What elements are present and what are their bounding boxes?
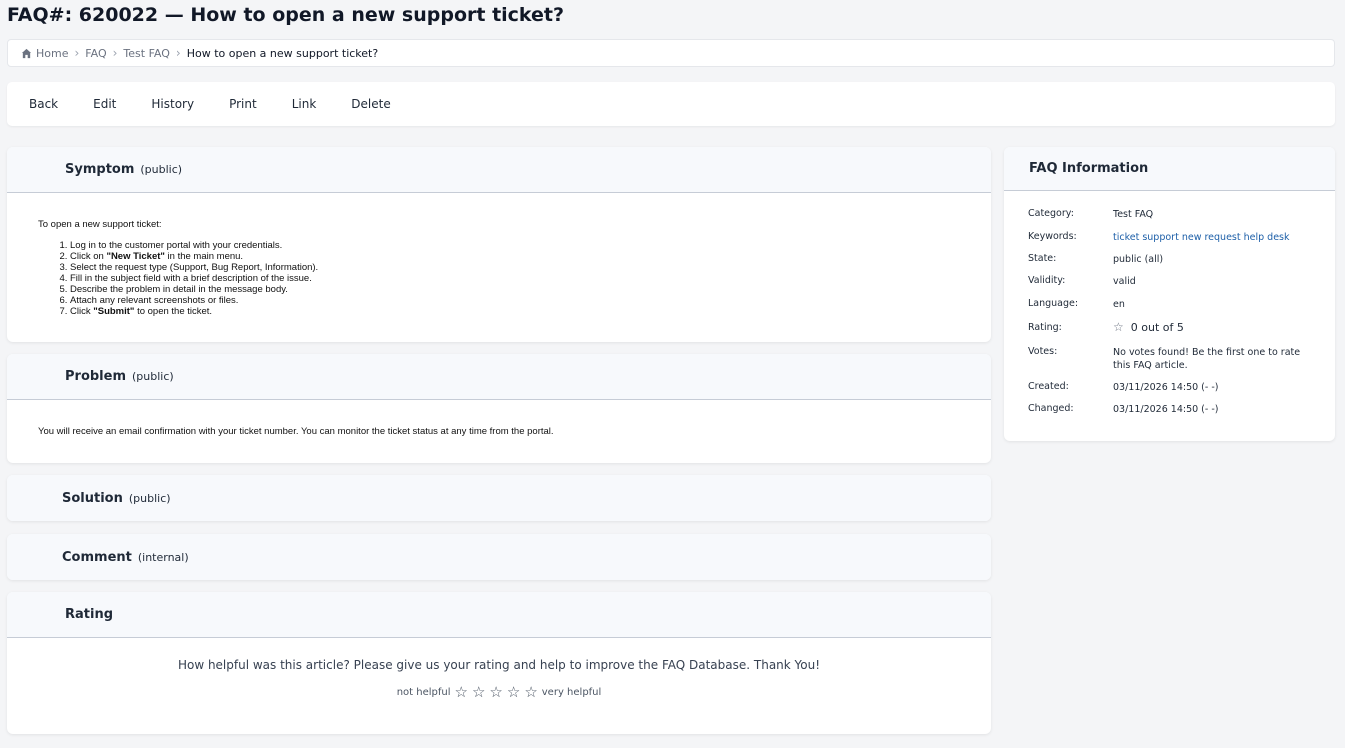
solution-card: Solution (public) xyxy=(7,475,991,521)
page-title: FAQ#: 620022 — How to open a new support… xyxy=(7,4,565,26)
symptom-steps: Log in to the customer portal with your … xyxy=(70,240,960,317)
rating-title: Rating xyxy=(65,607,114,622)
breadcrumb-current: How to open a new support ticket? xyxy=(186,46,379,60)
back-button[interactable]: Back xyxy=(29,97,58,111)
breadcrumb-home[interactable]: Home xyxy=(21,47,68,60)
rating-scale: not helpful ☆ ☆ ☆ ☆ ☆ very helpful xyxy=(7,685,991,700)
star-icon: ☆ xyxy=(1113,320,1124,334)
info-category-value: Test FAQ xyxy=(1113,209,1154,220)
delete-button[interactable]: Delete xyxy=(351,97,390,111)
info-created-value: 03/11/2026 14:50 (- -) xyxy=(1113,382,1219,393)
info-row-state: State: public (all) xyxy=(1028,253,1318,266)
info-row-votes: Votes: No votes found! Be the first one … xyxy=(1028,346,1318,372)
rating-question: How helpful was this article? Please giv… xyxy=(177,658,821,672)
breadcrumb: Home › FAQ › Test FAQ › How to open a ne… xyxy=(7,39,1335,67)
faq-information-panel: FAQ Information Category: Test FAQ Keywo… xyxy=(1004,147,1335,441)
info-rating-value: 0 out of 5 xyxy=(1130,321,1184,334)
info-row-category: Category: Test FAQ xyxy=(1028,208,1318,221)
comment-title: Comment xyxy=(62,549,132,565)
symptom-body: To open a new support ticket: Log in to … xyxy=(7,193,991,342)
breadcrumb-test-faq[interactable]: Test FAQ xyxy=(123,47,169,60)
chevron-right-icon: › xyxy=(175,46,181,60)
action-toolbar: Back Edit History Print Link Delete xyxy=(7,82,1335,126)
link-button[interactable]: Link xyxy=(292,97,317,111)
info-validity-value: valid xyxy=(1113,276,1136,287)
star-icon[interactable]: ☆ xyxy=(489,685,502,700)
problem-title: Problem xyxy=(65,369,126,384)
info-row-keywords: Keywords: ticket support new request hel… xyxy=(1028,231,1318,244)
list-item: Fill in the subject field with a brief d… xyxy=(70,273,960,284)
rating-low-label: not helpful xyxy=(396,686,451,698)
info-row-validity: Validity: valid xyxy=(1028,275,1318,288)
comment-tag: (internal) xyxy=(137,550,189,564)
rating-body: How helpful was this article? Please giv… xyxy=(7,638,991,700)
rating-high-label: very helpful xyxy=(541,686,602,698)
problem-tag: (public) xyxy=(132,370,174,383)
symptom-card: Symptom (public) To open a new support t… xyxy=(7,147,991,342)
breadcrumb-home-label: Home xyxy=(36,46,69,60)
list-item: Click on "New Ticket" in the main menu. xyxy=(70,251,960,262)
faq-information-title: FAQ Information xyxy=(1029,161,1149,176)
star-icon[interactable]: ☆ xyxy=(472,685,485,700)
list-item: Attach any relevant screenshots or files… xyxy=(70,295,960,306)
faq-information-header[interactable]: FAQ Information xyxy=(1004,147,1335,191)
history-button[interactable]: History xyxy=(151,97,194,111)
symptom-intro: To open a new support ticket: xyxy=(38,219,162,230)
info-language-value: en xyxy=(1113,299,1125,310)
symptom-title: Symptom xyxy=(65,162,135,177)
solution-title: Solution xyxy=(62,490,123,506)
rating-header[interactable]: Rating xyxy=(7,592,991,638)
star-icon[interactable]: ☆ xyxy=(455,685,468,700)
list-item: Describe the problem in detail in the me… xyxy=(70,284,960,295)
symptom-tag: (public) xyxy=(140,163,183,176)
comment-header[interactable]: Comment (internal) xyxy=(7,534,991,580)
info-row-language: Language: en xyxy=(1028,298,1318,311)
symptom-header[interactable]: Symptom (public) xyxy=(7,147,991,193)
info-votes-value: No votes found! Be the first one to rate… xyxy=(1113,347,1301,371)
solution-tag: (public) xyxy=(128,491,171,505)
info-row-created: Created: 03/11/2026 14:50 (- -) xyxy=(1028,381,1318,394)
rating-card: Rating How helpful was this article? Ple… xyxy=(7,592,991,734)
list-item: Log in to the customer portal with your … xyxy=(70,240,960,251)
star-icon[interactable]: ☆ xyxy=(524,685,537,700)
problem-body: You will receive an email confirmation w… xyxy=(7,400,991,463)
problem-text: You will receive an email confirmation w… xyxy=(38,426,554,437)
info-row-changed: Changed: 03/11/2026 14:50 (- -) xyxy=(1028,403,1318,416)
list-item: Click "Submit" to open the ticket. xyxy=(70,306,960,317)
list-item: Select the request type (Support, Bug Re… xyxy=(70,262,960,273)
problem-card: Problem (public) You will receive an ema… xyxy=(7,354,991,463)
info-keywords-link[interactable]: ticket support new request help desk xyxy=(1113,231,1318,244)
comment-card: Comment (internal) xyxy=(7,534,991,580)
home-icon xyxy=(21,48,32,58)
info-changed-value: 03/11/2026 14:50 (- -) xyxy=(1113,404,1219,415)
chevron-right-icon: › xyxy=(74,46,80,60)
solution-header[interactable]: Solution (public) xyxy=(7,475,991,521)
info-state-value: public (all) xyxy=(1113,254,1164,265)
edit-button[interactable]: Edit xyxy=(93,97,116,111)
chevron-right-icon: › xyxy=(112,46,118,60)
problem-header[interactable]: Problem (public) xyxy=(7,354,991,400)
print-button[interactable]: Print xyxy=(229,97,257,111)
breadcrumb-faq[interactable]: FAQ xyxy=(85,47,106,60)
star-icon[interactable]: ☆ xyxy=(507,685,520,700)
info-row-rating: Rating: ☆ 0 out of 5 xyxy=(1028,320,1184,335)
